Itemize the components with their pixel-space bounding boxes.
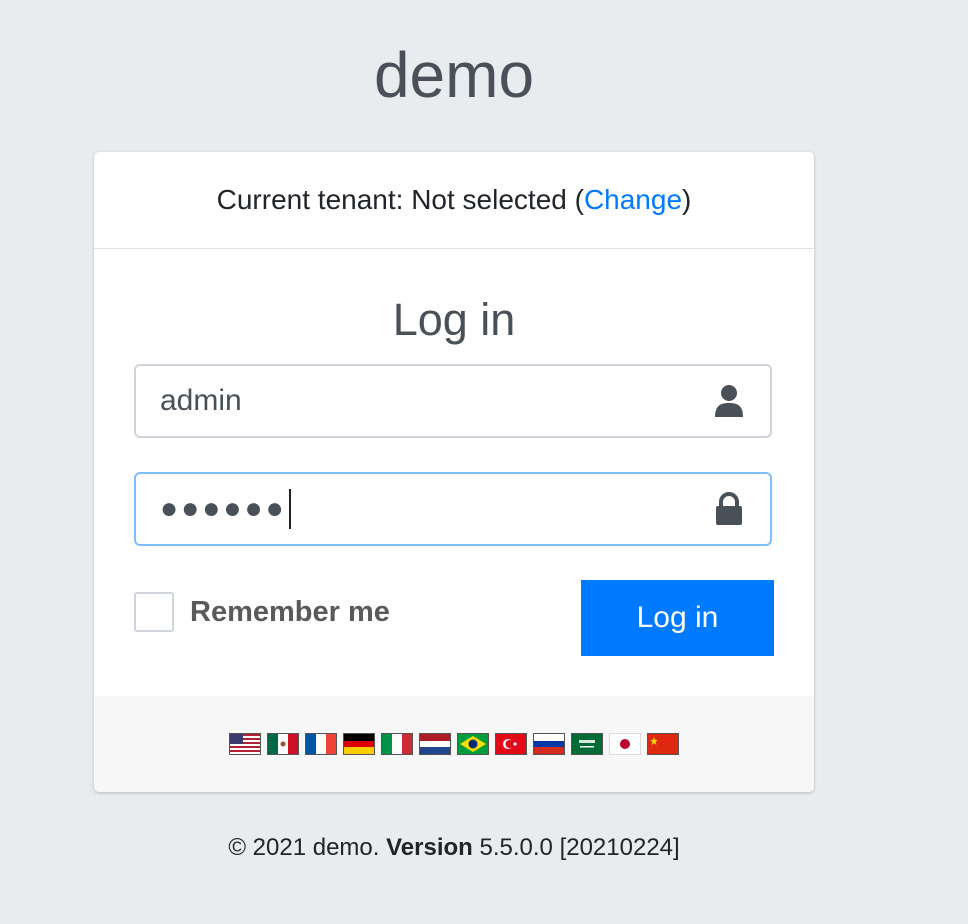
copyright-footer: © 2021 demo. Version 5.5.0.0 [20210224] [0,834,908,862]
remember-me[interactable]: Remember me [134,592,390,632]
app-brand-title: demo [373,39,535,111]
password-field[interactable]: ●●●●●● [134,472,772,546]
username-input[interactable] [136,366,712,436]
flag-france-icon[interactable] [305,733,337,755]
flag-saudi-arabia-icon[interactable] [571,733,603,755]
flag-russia-icon[interactable] [533,733,565,755]
remember-me-label[interactable]: Remember me [190,596,390,629]
login-title: Log in [392,294,516,345]
tenant-status-suffix: ) [682,184,692,215]
change-tenant-link[interactable]: Change [584,184,682,216]
flag-japan-icon[interactable] [609,733,641,755]
language-flags [229,733,679,755]
flag-turkey-icon[interactable] [495,733,527,755]
lock-icon [712,492,746,526]
copyright-text: © 2021 demo. [228,834,380,861]
flag-china-icon[interactable] [647,733,679,755]
user-icon [712,384,746,418]
version-label: Version [386,834,473,861]
version-value: 5.5.0.0 [20210224] [479,834,680,861]
flag-us-icon[interactable] [229,733,261,755]
password-mask: ●●●●●● [160,492,287,525]
remember-me-checkbox[interactable] [134,592,174,632]
username-field[interactable] [134,364,772,438]
tenant-status-text: Current tenant: Not selected ( [216,184,584,215]
password-input[interactable]: ●●●●●● [136,489,712,529]
login-button[interactable]: Log in [581,580,774,656]
flag-netherlands-icon[interactable] [419,733,451,755]
tenant-bar: Current tenant: Not selected (Change) [94,152,814,249]
flag-germany-icon[interactable] [343,733,375,755]
flag-brazil-icon[interactable] [457,733,489,755]
login-card: Current tenant: Not selected (Change) Lo… [94,152,814,792]
text-caret [288,489,291,529]
flag-italy-icon[interactable] [381,733,413,755]
language-bar [94,696,814,792]
flag-mexico-icon[interactable] [267,733,299,755]
